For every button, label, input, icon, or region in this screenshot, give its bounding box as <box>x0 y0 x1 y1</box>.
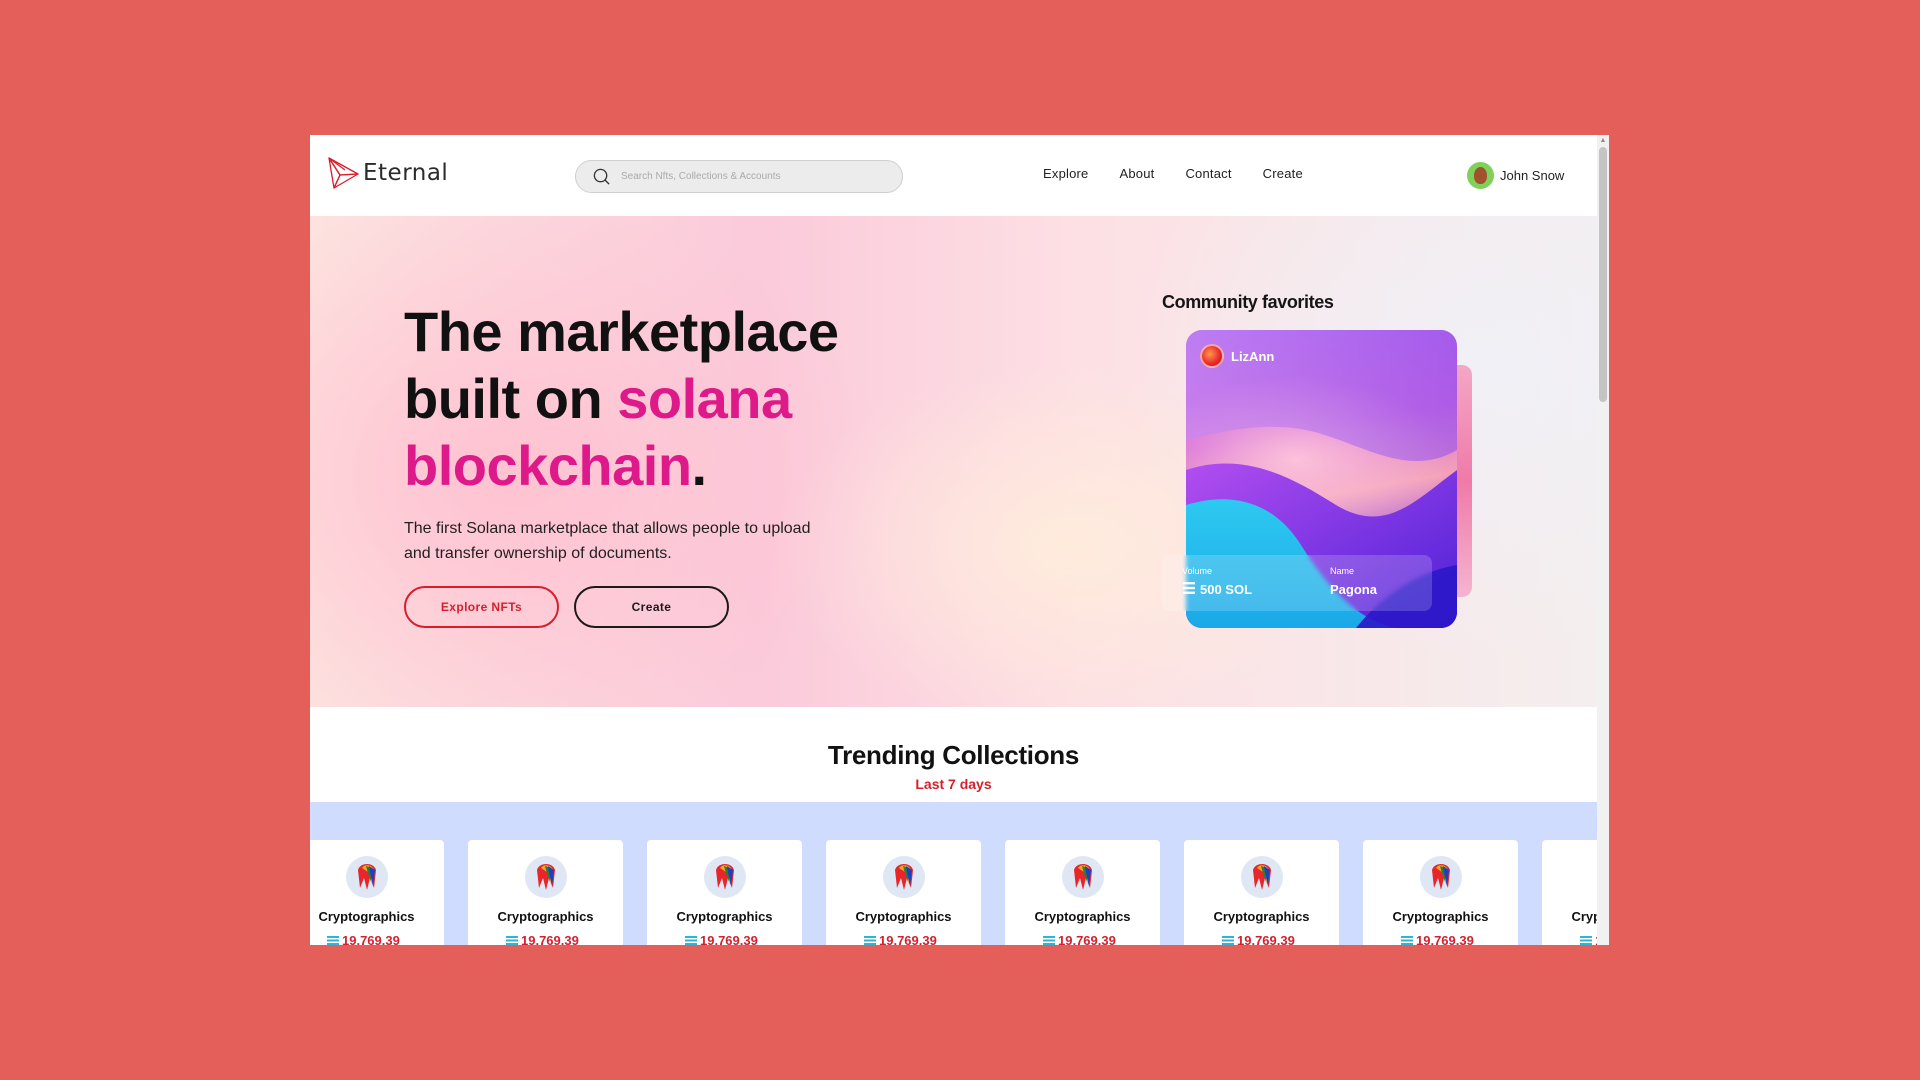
collection-value: 19,769.39 <box>685 933 758 945</box>
collection-value: 19,769.39 <box>1043 933 1116 945</box>
collection-card[interactable]: Cryptographics 19,769.39 <box>310 840 444 945</box>
volume-label: Volume <box>1182 566 1213 576</box>
collection-card[interactable]: Cryptographics 19,769.39 <box>468 840 623 945</box>
user-avatar-icon[interactable] <box>1467 162 1494 189</box>
collection-logo-icon <box>1062 856 1104 898</box>
user-name[interactable]: John Snow <box>1500 168 1564 183</box>
hero-title-period: . <box>691 434 708 497</box>
trending-carousel[interactable]: Cryptographics 19,769.39 Cryptographics 19,… <box>310 802 1597 945</box>
user-menu[interactable]: John Snow <box>1467 162 1564 189</box>
solana-icon <box>506 936 518 945</box>
collection-name: Cryptographics <box>1034 909 1131 924</box>
solana-icon <box>1043 936 1055 945</box>
nft-card-info-panel: Volume 500 SOL Name Pagona <box>1162 555 1432 611</box>
search-input[interactable] <box>621 171 891 182</box>
collection-logo-icon <box>704 856 746 898</box>
solana-icon <box>1401 936 1413 945</box>
scroll-up-arrow-icon[interactable]: ▲ <box>1599 137 1607 145</box>
collection-value-text: 19,769.39 <box>879 933 937 945</box>
collection-name: Cryptographics <box>855 909 952 924</box>
search-bar[interactable] <box>575 160 903 193</box>
collection-logo-icon <box>346 856 388 898</box>
hero-subtitle: The first Solana marketplace that allows… <box>404 520 811 562</box>
collection-logo-icon <box>1420 856 1462 898</box>
collection-value: 19,769.39 <box>864 933 937 945</box>
collection-value: 19,769.39 <box>1401 933 1474 945</box>
trending-period[interactable]: Last 7 days <box>310 776 1597 792</box>
solana-icon <box>1222 936 1234 945</box>
collection-name: Cryptographics <box>676 909 773 924</box>
owner-avatar-icon <box>1200 344 1224 368</box>
trending-section: Trending Collections Last 7 days Cryptog… <box>310 707 1597 945</box>
collection-value-text: 19,769.39 <box>521 933 579 945</box>
hero-title-accent-solana: solana <box>617 367 792 430</box>
hero-title-line2: built on <box>404 367 618 430</box>
collection-logo-icon <box>525 856 567 898</box>
solana-icon <box>1183 582 1195 594</box>
collection-card[interactable]: Cryptographics 19,769.39 <box>1005 840 1160 945</box>
search-icon <box>593 168 610 185</box>
community-favorites-title: Community favorites <box>1162 292 1334 312</box>
page: Eternal Explore About Contact Create Joh… <box>310 135 1597 945</box>
nav-about-link[interactable]: About <box>1119 166 1154 181</box>
browser-window: Eternal Explore About Contact Create Joh… <box>310 135 1609 945</box>
collection-logo-icon <box>883 856 925 898</box>
name-label: Name <box>1330 566 1355 576</box>
hero-section: The marketplace built on solana blockcha… <box>310 216 1597 707</box>
collection-value: 19,769.39 <box>327 933 400 945</box>
name-value: Pagona <box>1330 582 1377 597</box>
hero-title: The marketplace built on solana blockcha… <box>404 298 924 499</box>
collection-value-text: 19,769.39 <box>1237 933 1295 945</box>
collection-name: Cryptographics <box>1213 909 1310 924</box>
collection-value: 19,769.39 <box>1580 933 1597 945</box>
scrollbar-thumb[interactable] <box>1599 147 1607 402</box>
collection-value-text: 19,769.39 <box>1058 933 1116 945</box>
solana-icon <box>1580 936 1592 945</box>
solana-icon <box>327 936 339 945</box>
nav-links: Explore About Contact Create <box>1043 166 1303 181</box>
eternal-logo-icon <box>328 157 359 189</box>
hero-title-accent-blockchain: blockchain <box>404 434 692 497</box>
collection-card[interactable]: Cryptographics 19,769.39 <box>1184 840 1339 945</box>
collection-logo-icon <box>1241 856 1283 898</box>
nav-explore-link[interactable]: Explore <box>1043 166 1088 181</box>
trending-title: Trending Collections <box>827 740 1080 770</box>
nft-card-owner[interactable]: LizAnn <box>1200 344 1274 368</box>
collection-name: Cryptographics <box>497 909 594 924</box>
nav-create-link[interactable]: Create <box>1263 166 1303 181</box>
brand-name: Eternal <box>363 160 449 186</box>
collection-value-text: 19,769.39 <box>342 933 400 945</box>
solana-icon <box>685 936 697 945</box>
scrollbar[interactable]: ▲ <box>1597 135 1609 945</box>
explore-nfts-button[interactable]: Explore NFTs <box>404 586 559 628</box>
top-nav: Eternal Explore About Contact Create Joh… <box>310 135 1597 216</box>
solana-icon <box>864 936 876 945</box>
hero-title-line1: The marketplace <box>404 300 839 363</box>
collection-name: Cryptographics <box>1392 909 1489 924</box>
collection-value: 19,769.39 <box>1222 933 1295 945</box>
collection-card[interactable]: Cryptographics 19,769.39 <box>826 840 981 945</box>
create-button[interactable]: Create <box>574 586 729 628</box>
collection-card[interactable]: Cryptographics 19,769.39 <box>1363 840 1518 945</box>
collection-card[interactable]: Cryptographics 19,769.39 <box>647 840 802 945</box>
nav-contact-link[interactable]: Contact <box>1185 166 1231 181</box>
volume-value: 500 SOL <box>1200 582 1253 597</box>
collection-value-text: 19,769.39 <box>1416 933 1474 945</box>
collection-value-text: 19,769.39 <box>700 933 758 945</box>
logo[interactable]: Eternal <box>325 155 448 191</box>
collection-card[interactable]: Cryptographics 19,769.39 <box>1542 840 1597 945</box>
collection-name: Cryptographics <box>318 909 415 924</box>
collection-value: 19,769.39 <box>506 933 579 945</box>
collection-name: Cryptographics <box>1571 909 1597 924</box>
owner-name: LizAnn <box>1231 348 1275 364</box>
